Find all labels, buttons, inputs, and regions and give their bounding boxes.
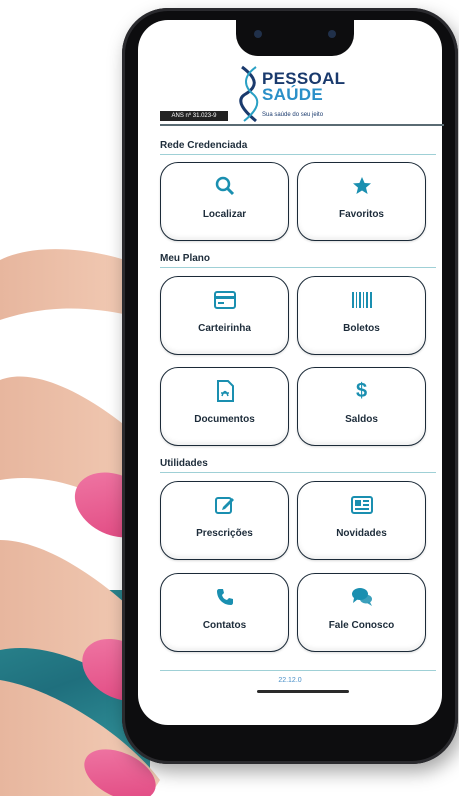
dna-icon	[239, 65, 259, 123]
carteirinha-button[interactable]: Carteirinha	[160, 276, 289, 355]
section-divider	[160, 472, 436, 473]
edit-icon	[212, 494, 238, 516]
logo-tagline: Sua saúde do seu jeito	[262, 112, 324, 118]
tile-label: Localizar	[202, 209, 247, 220]
phone-icon	[212, 586, 238, 608]
header-divider	[160, 124, 444, 126]
novidades-button[interactable]: Novidades	[297, 481, 426, 560]
camera-icon	[328, 30, 336, 38]
logo-name-line2: SAÚDE	[262, 85, 324, 104]
barcode-icon	[349, 289, 375, 311]
section-title-meu-plano: Meu Plano	[160, 253, 211, 264]
ans-badge: ANS nº 31.023-9	[160, 111, 228, 121]
section-divider	[160, 267, 436, 268]
footer-divider	[160, 670, 436, 671]
localizar-button[interactable]: Localizar	[160, 162, 289, 241]
news-icon	[349, 494, 375, 516]
tile-label: Prescrições	[196, 528, 253, 539]
tile-label: Carteirinha	[198, 323, 251, 334]
app-version: 22.12.0	[278, 677, 302, 684]
fale-conosco-button[interactable]: Fale Conosco	[297, 573, 426, 652]
card-icon	[212, 289, 238, 311]
dollar-icon: $	[355, 379, 368, 402]
tile-label: Novidades	[336, 528, 387, 539]
tile-label: Contatos	[202, 620, 247, 631]
documentos-button[interactable]: Documentos	[160, 367, 289, 446]
prescricoes-button[interactable]: Prescrições	[160, 481, 289, 560]
tile-label: Saldos	[345, 414, 378, 425]
tile-label: Boletos	[343, 323, 380, 334]
boletos-button[interactable]: Boletos	[297, 276, 426, 355]
saldos-button[interactable]: $ Saldos	[297, 367, 426, 446]
tile-label: Favoritos	[338, 209, 384, 220]
section-divider	[160, 154, 436, 155]
favoritos-button[interactable]: Favoritos	[297, 162, 426, 241]
section-title-rede-credenciada: Rede Credenciada	[160, 140, 248, 151]
contatos-button[interactable]: Contatos	[160, 573, 289, 652]
pdf-icon	[212, 380, 238, 402]
camera-icon	[254, 30, 262, 38]
search-icon	[212, 175, 238, 197]
section-title-utilidades: Utilidades	[160, 458, 208, 469]
star-icon	[349, 175, 375, 197]
app-logo: PESSOAL SAÚDE Sua saúde do seu jeito	[238, 65, 358, 123]
tile-label: Documentos	[194, 414, 255, 425]
home-indicator[interactable]	[257, 690, 349, 693]
tile-label: Fale Conosco	[328, 620, 395, 631]
chat-icon	[349, 586, 375, 608]
phone-notch	[236, 18, 354, 56]
